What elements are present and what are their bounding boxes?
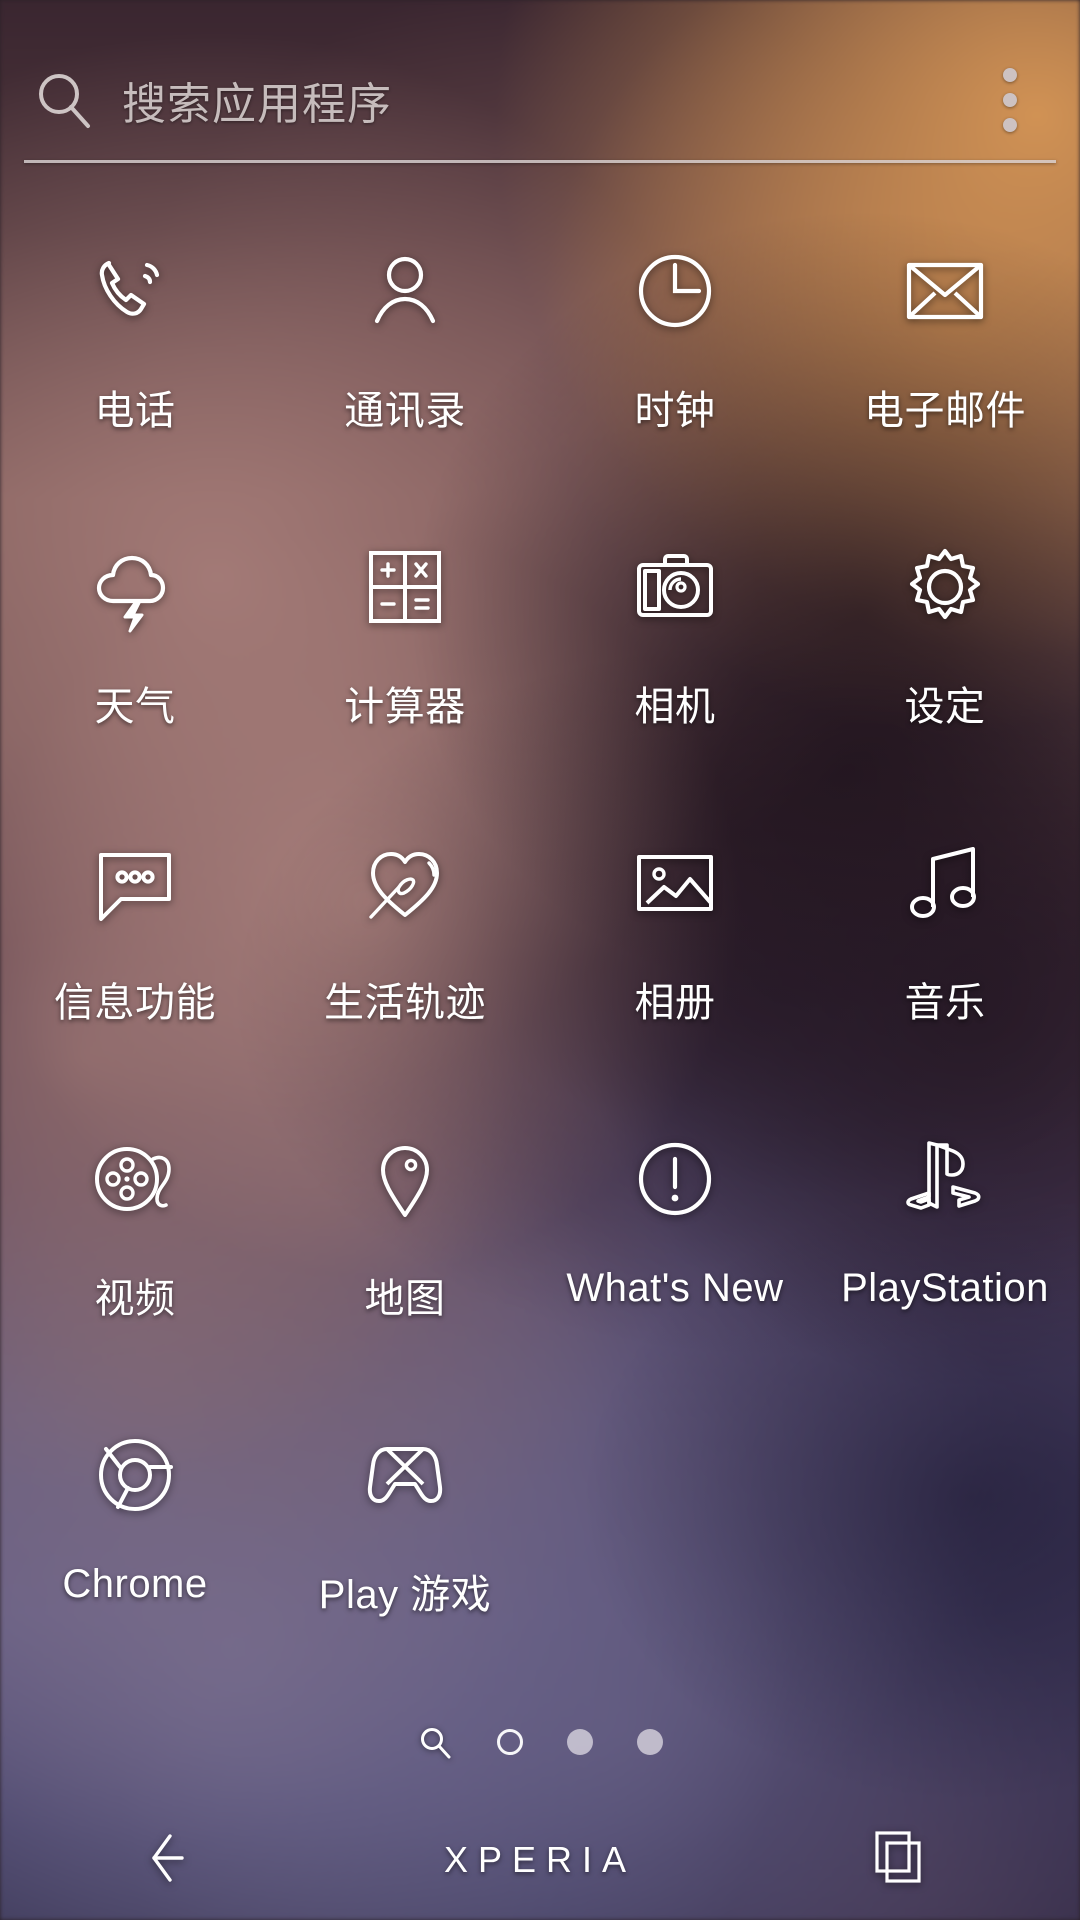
app-label: 计算器 [344,685,466,729]
playstation-logo-icon [886,1120,1004,1238]
back-button[interactable] [0,1800,360,1920]
search-divider [24,160,1056,163]
app-item-maps[interactable]: 地图 [270,1098,540,1394]
app-label: 地图 [364,1277,446,1321]
exclamation-circle-icon [616,1120,734,1238]
map-pin-icon [346,1120,464,1238]
app-item-phone[interactable]: 电话 [0,210,270,506]
app-item-calculator[interactable]: 计算器 [270,506,540,802]
message-bubble-icon [76,824,194,942]
app-label: 天气 [94,685,176,729]
film-reel-icon [76,1120,194,1238]
app-label: What's New [566,1266,784,1310]
home-button[interactable]: XPERIA [360,1800,720,1920]
gear-icon [886,528,1004,646]
app-item-lifelog[interactable]: 生活轨迹 [270,802,540,1098]
app-item-weather[interactable]: 天气 [0,506,270,802]
search-bar[interactable]: 搜索应用程序 [0,42,1080,158]
music-note-icon [886,824,1004,942]
app-item-whats-new[interactable]: What's New [540,1098,810,1394]
app-label: 音乐 [904,981,986,1025]
app-item-clock[interactable]: 时钟 [540,210,810,506]
gamepad-icon [346,1416,464,1534]
app-item-chrome[interactable]: Chrome [0,1394,270,1690]
clock-icon [616,232,734,350]
page-dot[interactable] [637,1729,663,1755]
app-grid: 电话 通讯录 时钟 电子邮件 天气 计算器 相机 设定 信息功能 生活轨迹 相册… [0,210,1080,1690]
app-item-messaging[interactable]: 信息功能 [0,802,270,1098]
app-item-play-games[interactable]: Play 游戏 [270,1394,540,1690]
contacts-person-icon [346,232,464,350]
app-item-contacts[interactable]: 通讯录 [270,210,540,506]
navigation-bar: XPERIA [0,1800,1080,1920]
app-label: PlayStation [841,1266,1049,1310]
app-label: 电话 [94,389,176,433]
app-label: 信息功能 [54,981,216,1025]
photo-album-icon [616,824,734,942]
search-input[interactable]: 搜索应用程序 [122,68,962,132]
camera-icon [616,528,734,646]
app-drawer-screen: 搜索应用程序 电话 通讯录 时钟 电子邮件 天气 计算器 相机 设定 信息功能 … [0,0,1080,1920]
app-item-camera[interactable]: 相机 [540,506,810,802]
page-dot-current[interactable] [497,1729,523,1755]
app-item-settings[interactable]: 设定 [810,506,1080,802]
app-label: 生活轨迹 [324,981,486,1025]
calculator-icon [346,528,464,646]
cloud-lightning-icon [76,528,194,646]
home-label: XPERIA [443,1839,637,1880]
page-dot[interactable] [567,1729,593,1755]
phone-icon [76,232,194,350]
app-label: 电子邮件 [864,389,1026,433]
app-label: 通讯录 [344,389,466,433]
app-label: 视频 [94,1277,176,1321]
back-arrow-icon [148,1826,212,1895]
more-vertical-icon[interactable] [962,52,1058,148]
recents-button[interactable] [720,1800,1080,1920]
app-label: 时钟 [634,389,716,433]
heart-leaf-icon [346,824,464,942]
envelope-icon [886,232,1004,350]
app-item-email[interactable]: 电子邮件 [810,210,1080,506]
app-item-album[interactable]: 相册 [540,802,810,1098]
recents-squares-icon [869,1827,931,1894]
search-icon[interactable] [30,65,100,135]
app-label: 相机 [634,685,716,729]
app-item-music[interactable]: 音乐 [810,802,1080,1098]
app-label: 设定 [904,685,986,729]
app-item-video[interactable]: 视频 [0,1098,270,1394]
app-label: 相册 [634,981,716,1025]
app-item-playstation[interactable]: PlayStation [810,1098,1080,1394]
page-indicator [0,1712,1080,1772]
app-label: Play 游戏 [318,1573,492,1617]
chrome-logo-icon [76,1416,194,1534]
app-label: Chrome [62,1562,208,1606]
search-icon[interactable] [417,1724,453,1760]
